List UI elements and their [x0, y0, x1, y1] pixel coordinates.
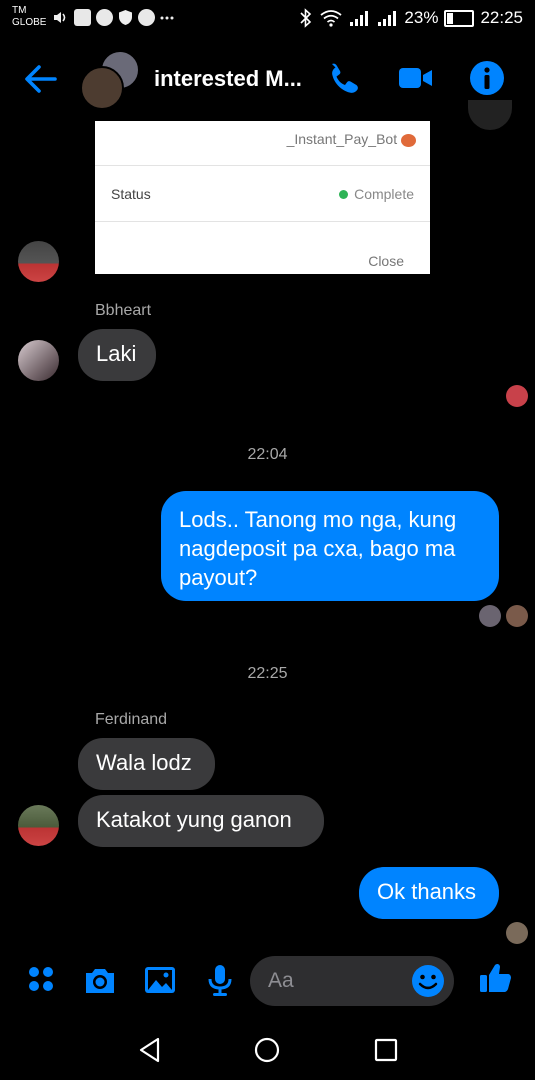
video-call-icon[interactable]: [398, 60, 434, 96]
timestamp: 22:04: [247, 446, 288, 463]
status-dot-icon: [339, 190, 349, 199]
telegram-icon: [96, 9, 113, 26]
signal-icon-1: [350, 11, 369, 26]
status-bar: TM GLOBE 23% 22:25: [0, 0, 535, 42]
message-bubble-outgoing[interactable]: Ok thanks: [359, 867, 499, 919]
microphone-icon[interactable]: [202, 962, 238, 998]
camera-icon[interactable]: [82, 962, 118, 998]
back-arrow-icon[interactable]: [22, 62, 58, 96]
messenger-icon: [138, 9, 155, 26]
conversation-title[interactable]: interested M...: [154, 66, 302, 92]
system-indicators: 23% 22:25: [298, 8, 523, 28]
status-value: Complete: [339, 186, 414, 202]
read-receipt-avatar: [506, 922, 528, 944]
sender-avatar[interactable]: [18, 805, 59, 846]
read-receipt-avatar: [468, 100, 512, 130]
read-receipt-avatar: [479, 605, 501, 627]
message-bubble-incoming[interactable]: Katakot yung ganon: [78, 795, 324, 847]
more-apps-icon[interactable]: [24, 962, 60, 998]
bot-name-text: _Instant_Pay_Bot: [286, 131, 398, 147]
message-bubble-incoming[interactable]: Laki: [78, 329, 156, 381]
gallery-icon: [74, 9, 91, 26]
sender-name: Bbheart: [95, 302, 152, 319]
message-bubble-outgoing[interactable]: Lods.. Tanong mo nga, kung nagdeposit pa…: [161, 491, 499, 601]
shared-image[interactable]: _Instant_Pay_Bot Status Complete Close: [95, 121, 430, 274]
message-bubble-incoming[interactable]: Wala lodz: [78, 738, 215, 790]
bluetooth-icon: [300, 8, 312, 28]
signal-icon-2: [378, 11, 397, 26]
nav-back-icon[interactable]: [137, 1037, 163, 1063]
gallery-icon[interactable]: [142, 962, 178, 998]
info-icon[interactable]: [469, 60, 505, 96]
close-label: Close: [368, 253, 404, 269]
nav-home-icon[interactable]: [254, 1037, 280, 1063]
shield-icon: [119, 10, 132, 25]
notification-icons: [52, 9, 174, 26]
thumbs-up-icon[interactable]: [478, 960, 514, 996]
member-avatar-2: [80, 66, 124, 110]
status-label: Status: [111, 186, 151, 202]
carrier-name: TM: [12, 5, 27, 16]
battery-icon: [444, 9, 475, 27]
carrier-label: TM GLOBE: [12, 5, 46, 29]
read-receipt-avatar: [506, 385, 528, 407]
battery-percent: 23%: [404, 8, 439, 27]
sender-avatar[interactable]: [18, 340, 59, 381]
timestamp: 22:25: [247, 665, 288, 682]
clock: 22:25: [480, 8, 523, 27]
read-receipt-avatar: [506, 605, 528, 627]
emoji-icon[interactable]: [410, 963, 446, 999]
bot-name: _Instant_Pay_Bot: [287, 131, 416, 147]
emoji-icon: [401, 133, 416, 147]
group-avatar[interactable]: [80, 50, 140, 110]
sender-name: Ferdinand: [95, 711, 168, 728]
divider: [95, 165, 430, 166]
more-notifications-icon: [160, 16, 174, 20]
voice-call-icon[interactable]: [325, 60, 361, 96]
wifi-icon: [320, 10, 342, 27]
nav-recents-icon[interactable]: [373, 1037, 399, 1063]
carrier-network: GLOBE: [12, 17, 47, 28]
volume-icon: [54, 12, 66, 23]
divider: [95, 221, 430, 222]
status-value-text: Complete: [354, 186, 414, 202]
sender-avatar[interactable]: [18, 241, 59, 282]
